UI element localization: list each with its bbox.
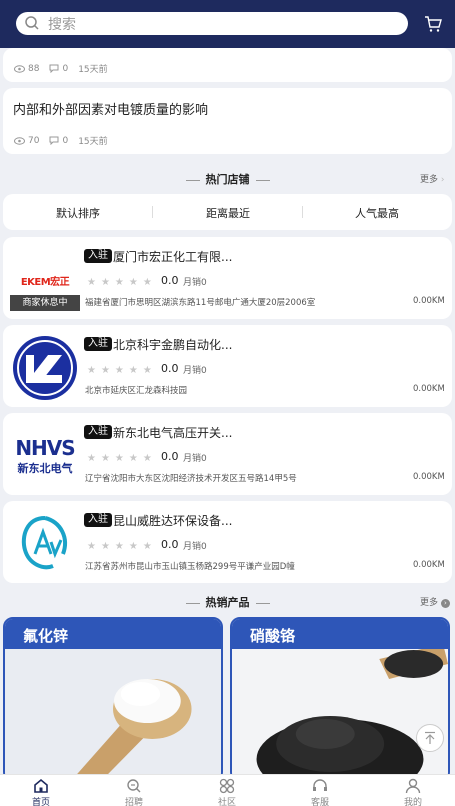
kyjp-logo-icon [13, 336, 77, 400]
product-card[interactable]: 氟化锌 [3, 617, 223, 782]
more-label: 更多 [420, 175, 439, 185]
zinc-fluoride-image [5, 649, 221, 780]
view-count: 88 [28, 63, 40, 74]
shop-sales: 月销0 [183, 454, 207, 464]
shop-address: 福建省厦门市思明区湖滨东路11号邮电广通大厦20层2006室 [85, 298, 316, 308]
wsd-logo-icon [21, 516, 67, 570]
shop-name: 昆山威胜达环保设备... [113, 514, 233, 528]
top-header: 搜索 [0, 0, 455, 48]
community-icon [219, 778, 235, 794]
shop-distance: 0.00KM [413, 560, 445, 570]
bottom-tab-bar: 首页 招聘 社区 客服 我的 [0, 774, 455, 806]
article-card[interactable]: 88 0 15天前 [3, 48, 452, 82]
tab-home[interactable]: 首页 [16, 778, 66, 806]
hot-shops-more-link[interactable]: 更多 › [420, 172, 445, 185]
post-time: 15天前 [78, 65, 108, 75]
chromium-nitrate-image [232, 649, 448, 780]
shop-logo-text: NHVS [15, 436, 75, 460]
tab-profile[interactable]: 我的 [388, 778, 438, 806]
shop-sales: 月销0 [183, 542, 207, 552]
shop-distance: 0.00KM [413, 472, 445, 482]
job-search-icon [127, 779, 141, 793]
star-rating-icon: ★★★★★ [87, 541, 157, 552]
comment-count: 0 [62, 63, 69, 74]
shop-address: 江苏省苏州市昆山市玉山镇玉杨路299号平谦产业园D幢 [85, 562, 295, 572]
shop-rating: 0.0 [161, 362, 179, 375]
shop-logo-subtext: 新东北电气 [17, 462, 73, 475]
hot-shops-title: 热门店铺 [205, 173, 250, 186]
chevron-right-icon: › [440, 599, 450, 608]
hot-products-heading: 热销产品 [0, 594, 455, 610]
tab-label: 社区 [217, 798, 236, 806]
shop-name: 厦门市宏正化工有限... [113, 250, 233, 264]
shop-card[interactable]: 入驻 昆山威胜达环保设备... ★★★★★ 0.0 月销0 江苏省苏州市昆山市玉… [3, 501, 452, 583]
star-rating-icon: ★★★★★ [87, 277, 157, 288]
shop-distance: 0.00KM [413, 384, 445, 394]
tab-label: 我的 [403, 798, 422, 806]
shop-sort-bar: 默认排序 距离最近 人气最高 [3, 194, 452, 230]
shop-address: 辽宁省沈阳市大东区沈阳经济技术开发区五号路14甲5号 [85, 474, 297, 484]
scroll-to-top-button[interactable] [416, 724, 444, 752]
shop-distance: 0.00KM [413, 296, 445, 306]
shop-rating: 0.0 [161, 450, 179, 463]
shop-sales: 月销0 [183, 278, 207, 288]
tab-jobs[interactable]: 招聘 [109, 778, 159, 806]
tab-support[interactable]: 客服 [295, 778, 345, 806]
shop-logo: NHVS 新东北电气 [10, 423, 80, 489]
cart-icon[interactable] [424, 15, 442, 33]
search-icon [25, 16, 39, 30]
product-label: 硝酸铬 [232, 619, 448, 649]
search-placeholder: 搜索 [48, 17, 76, 33]
comment-icon [49, 136, 59, 145]
product-label: 氟化锌 [5, 619, 221, 649]
shop-address: 北京市延庆区汇龙森科技园 [85, 386, 188, 396]
hot-products-more-link[interactable]: 更多 › [420, 595, 450, 608]
eye-icon [14, 136, 25, 145]
more-label: 更多 [420, 598, 439, 608]
shop-status-badge: 商家休息中 [10, 295, 80, 311]
shop-rating: 0.0 [161, 538, 179, 551]
shop-card[interactable]: 入驻 北京科宇金鹏自动化... ★★★★★ 0.0 月销0 北京市延庆区汇龙森科… [3, 325, 452, 407]
arrow-up-icon [425, 731, 435, 744]
chevron-right-icon: › [440, 175, 445, 185]
article-stats: 70 0 15天前 [14, 134, 118, 147]
article-card[interactable]: 内部和外部因素对电镀质量的影响 70 0 15天前 [3, 88, 452, 154]
hot-products-title: 热销产品 [205, 596, 250, 609]
shop-name: 北京科宇金鹏自动化... [113, 338, 233, 352]
star-rating-icon: ★★★★★ [87, 453, 157, 464]
hot-shops-heading: 热门店铺 [0, 171, 455, 187]
product-card[interactable]: 硝酸铬 [230, 617, 450, 782]
tab-label: 招聘 [124, 798, 143, 806]
shop-logo [10, 335, 80, 401]
sort-distance[interactable]: 距离最近 [153, 205, 303, 221]
post-time: 15天前 [78, 137, 108, 147]
settled-badge: 入驻 [84, 513, 112, 527]
search-bar[interactable]: 搜索 [16, 12, 408, 35]
comment-icon [49, 64, 59, 73]
star-rating-icon: ★★★★★ [87, 365, 157, 376]
shop-sales: 月销0 [183, 366, 207, 376]
user-icon [405, 778, 421, 794]
shop-name: 新东北电气高压开关... [113, 426, 233, 440]
settled-badge: 入驻 [84, 425, 112, 439]
shop-logo-text: EKEM宏正 [20, 276, 70, 288]
tab-community[interactable]: 社区 [202, 778, 252, 806]
shop-logo [10, 511, 80, 577]
eye-icon [14, 64, 25, 73]
shop-card[interactable]: NHVS 新东北电气 入驻 新东北电气高压开关... ★★★★★ 0.0 月销0… [3, 413, 452, 495]
article-stats: 88 0 15天前 [14, 62, 118, 75]
shop-rating: 0.0 [161, 274, 179, 287]
home-icon [34, 778, 48, 793]
view-count: 70 [28, 135, 40, 146]
tab-label: 客服 [310, 798, 329, 806]
settled-badge: 入驻 [84, 337, 112, 351]
tab-label: 首页 [31, 798, 50, 806]
comment-count: 0 [62, 135, 69, 146]
settled-badge: 入驻 [84, 249, 112, 263]
sort-popularity[interactable]: 人气最高 [302, 205, 452, 221]
shop-card[interactable]: EKEM宏正 商家休息中 入驻 厦门市宏正化工有限... ★★★★★ 0.0 月… [3, 237, 452, 319]
sort-default[interactable]: 默认排序 [3, 205, 153, 221]
headset-icon [313, 779, 327, 791]
article-title: 内部和外部因素对电镀质量的影响 [13, 103, 209, 118]
